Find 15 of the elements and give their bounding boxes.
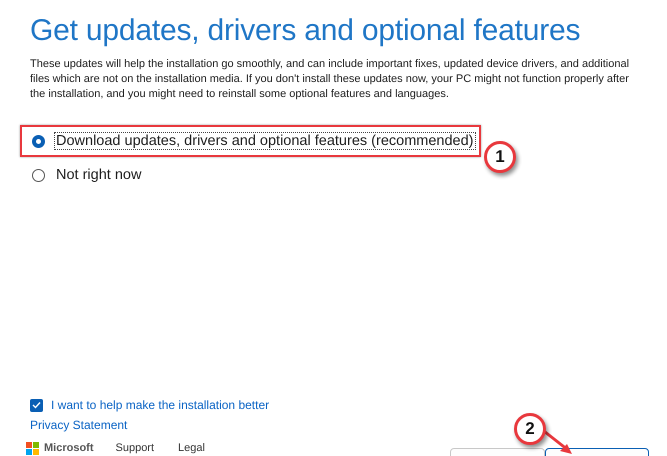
- step-badge: 2: [514, 413, 546, 445]
- radio-button[interactable]: [32, 134, 45, 148]
- footer-link[interactable]: Legal: [178, 442, 205, 454]
- description-text: These updates will help the installation go smoothly, and can include important fixes, updated device drivers, and additional files which are not on the installation media. If you don't install these updates now, your PC might not function properly after the installation, and you might need to reinstall some optional features and languages.: [30, 57, 630, 102]
- page-title: Get updates, drivers and optional features: [30, 14, 582, 48]
- option-label[interactable]: Not right now: [54, 166, 144, 184]
- checkbox-label[interactable]: I want to help make the installation better: [51, 398, 270, 412]
- windows-logo-icon: [26, 442, 39, 454]
- option-label[interactable]: Download updates, drivers and optional features (recommended): [54, 132, 476, 150]
- brand-name: Microsoft: [44, 442, 94, 454]
- privacy-link[interactable]: Privacy Statement: [30, 418, 128, 432]
- radio-button[interactable]: [32, 168, 45, 182]
- checkbox[interactable]: [30, 398, 43, 412]
- footer-link[interactable]: Support: [116, 442, 154, 454]
- step-badge: 1: [484, 141, 516, 173]
